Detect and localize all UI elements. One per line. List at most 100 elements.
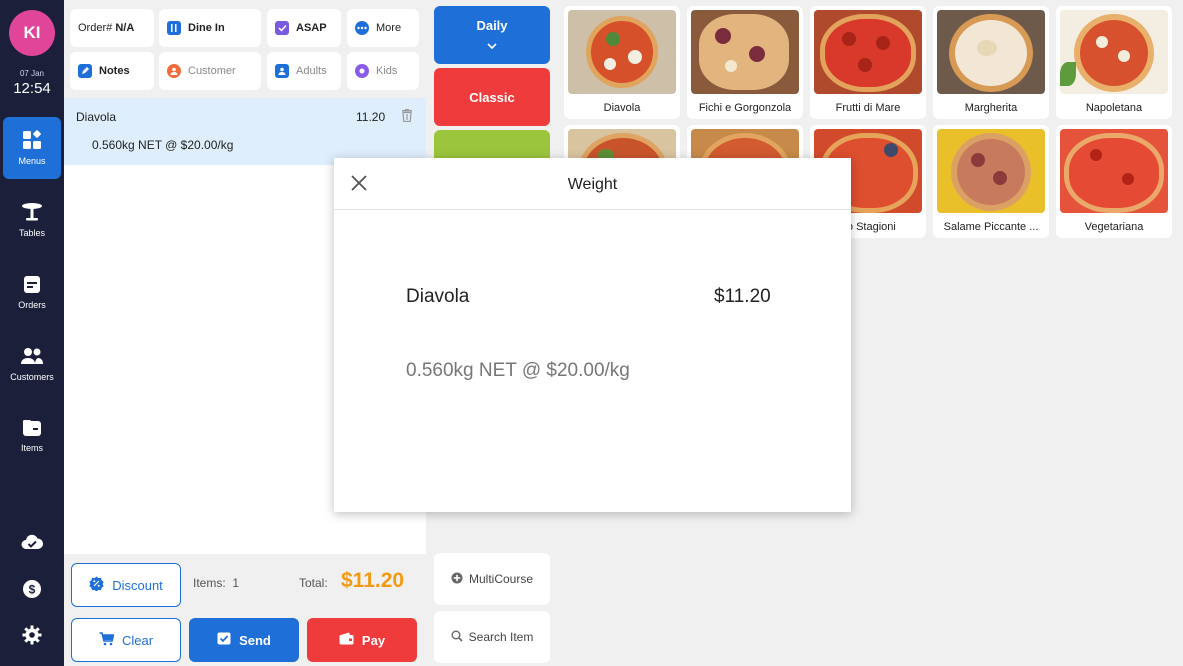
wallet-icon <box>339 632 362 648</box>
pizza-image <box>937 129 1045 213</box>
clear-label: Clear <box>121 632 154 648</box>
order-item-detail: 0.560kg NET @ $20.00/kg <box>92 138 234 152</box>
table-icon <box>21 202 43 228</box>
notes-button[interactable]: Notes <box>70 52 154 90</box>
send-icon <box>217 632 239 648</box>
kids-label: Kids <box>376 65 398 77</box>
pizza-image <box>691 10 799 94</box>
category-label: Daily <box>476 18 508 33</box>
order-item-price: 11.20 <box>356 110 386 124</box>
category-classic[interactable]: Classic <box>434 68 550 126</box>
pizza-image <box>1060 129 1168 213</box>
pizza-image <box>814 10 922 94</box>
dine-in-button[interactable]: Dine In <box>159 9 261 47</box>
multicourse-button[interactable]: MultiCourse <box>434 553 550 605</box>
gear-icon[interactable] <box>0 625 64 645</box>
calendar-check-icon <box>275 21 289 35</box>
clear-button[interactable]: Clear <box>71 618 181 662</box>
pizza-image <box>568 10 676 94</box>
order-number: N/A <box>115 22 135 34</box>
order-line-item[interactable]: Diavola 11.20 0.560kg NET @ $20.00/kg <box>64 98 426 165</box>
search-item-button[interactable]: Search Item <box>434 611 550 663</box>
adult-icon <box>275 64 289 78</box>
category-label: Classic <box>469 89 515 105</box>
total-label: Total: <box>299 576 328 590</box>
weight-dialog: Weight Diavola $11.20 0.560kg NET @ $20.… <box>334 158 851 512</box>
sidebar: KI 07 Jan 12:54 Menus Tables Orders Cust… <box>0 0 64 666</box>
search-item-label: Search Item <box>468 630 534 644</box>
product-tile-vegetariana[interactable]: Vegetariana <box>1056 125 1172 238</box>
total-value: $11.20 <box>341 569 405 592</box>
product-tile-fichi-e-gorgonzola[interactable]: Fichi e Gorgonzola <box>687 6 803 119</box>
order-number-chip[interactable]: Order# N/A <box>70 9 154 47</box>
product-name: Napoletana <box>1085 102 1143 114</box>
discount-label: Discount <box>112 577 163 593</box>
product-name: Salame Piccante ... <box>943 221 1039 233</box>
pay-button[interactable]: Pay <box>307 618 417 662</box>
product-name: Margherita <box>964 102 1018 114</box>
items-count: Items: 1 <box>193 576 240 590</box>
product-tile-margherita[interactable]: Margherita <box>933 6 1049 119</box>
plus-circle-icon <box>451 572 469 587</box>
time-label: 12:54 <box>13 80 51 97</box>
items-icon <box>22 419 42 443</box>
kid-icon <box>355 64 369 78</box>
category-daily[interactable]: Daily <box>434 6 550 64</box>
product-name: Frutti di Mare <box>835 102 901 114</box>
date-label: 07 Jan <box>19 69 45 78</box>
notes-label: Notes <box>99 65 130 77</box>
adults-button[interactable]: Adults <box>267 52 341 90</box>
search-icon <box>451 630 469 645</box>
product-tile-frutti-di-mare[interactable]: Frutti di Mare <box>810 6 926 119</box>
chevron-down-icon <box>487 37 497 52</box>
orders-icon <box>23 274 41 300</box>
dialog-header: Weight <box>334 158 851 210</box>
product-name: Diavola <box>603 102 641 114</box>
sidebar-item-items[interactable]: Items <box>0 404 64 468</box>
pay-label: Pay <box>361 632 386 648</box>
customer-label: Customer <box>188 65 236 77</box>
sidebar-item-label: Tables <box>18 228 45 238</box>
discount-button[interactable]: Discount <box>71 563 181 607</box>
kids-button[interactable]: Kids <box>347 52 419 90</box>
sidebar-item-label: Customers <box>10 372 54 382</box>
sidebar-item-customers[interactable]: Customers <box>0 332 64 396</box>
sidebar-item-menus[interactable]: Menus <box>3 117 61 179</box>
pencil-icon <box>78 64 92 78</box>
sidebar-item-orders[interactable]: Orders <box>0 260 64 324</box>
more-button[interactable]: More <box>347 9 419 47</box>
product-name: Fichi e Gorgonzola <box>698 102 792 114</box>
product-tile-salame-piccante[interactable]: Salame Piccante ... <box>933 125 1049 238</box>
cloud-check-icon[interactable] <box>0 533 64 551</box>
customer-button[interactable]: Customer <box>159 52 261 90</box>
send-button[interactable]: Send <box>189 618 299 662</box>
product-name: Vegetariana <box>1084 221 1144 233</box>
sidebar-item-tables[interactable]: Tables <box>0 188 64 252</box>
sidebar-item-label: Menus <box>18 156 46 166</box>
svg-text:$: $ <box>29 583 36 597</box>
sidebar-item-label: Orders <box>18 300 46 310</box>
avatar[interactable]: KI <box>9 10 55 56</box>
more-dots-icon <box>355 21 369 35</box>
dialog-title: Weight <box>567 176 618 193</box>
pizza-image <box>1060 10 1168 94</box>
adults-label: Adults <box>296 65 327 77</box>
badge-percent-icon <box>89 576 112 594</box>
order-prefix: Order# <box>78 22 113 34</box>
order-item-name: Diavola <box>76 110 117 124</box>
more-label: More <box>376 22 402 34</box>
pizza-image <box>937 10 1045 94</box>
send-label: Send <box>239 632 271 648</box>
product-tile-diavola[interactable]: Diavola <box>564 6 680 119</box>
dine-in-icon <box>167 21 181 35</box>
cash-register-icon[interactable]: $ <box>0 579 64 599</box>
dialog-item-price: $11.20 <box>714 286 771 307</box>
dialog-item-detail: 0.560kg NET @ $20.00/kg <box>406 360 630 381</box>
sidebar-item-label: Items <box>20 443 43 453</box>
trash-icon[interactable] <box>401 109 413 127</box>
product-tile-napoletana[interactable]: Napoletana <box>1056 6 1172 119</box>
dialog-item-name: Diavola <box>406 286 470 307</box>
multicourse-label: MultiCourse <box>468 572 534 586</box>
customers-icon <box>20 346 44 372</box>
asap-button[interactable]: ASAP <box>267 9 341 47</box>
